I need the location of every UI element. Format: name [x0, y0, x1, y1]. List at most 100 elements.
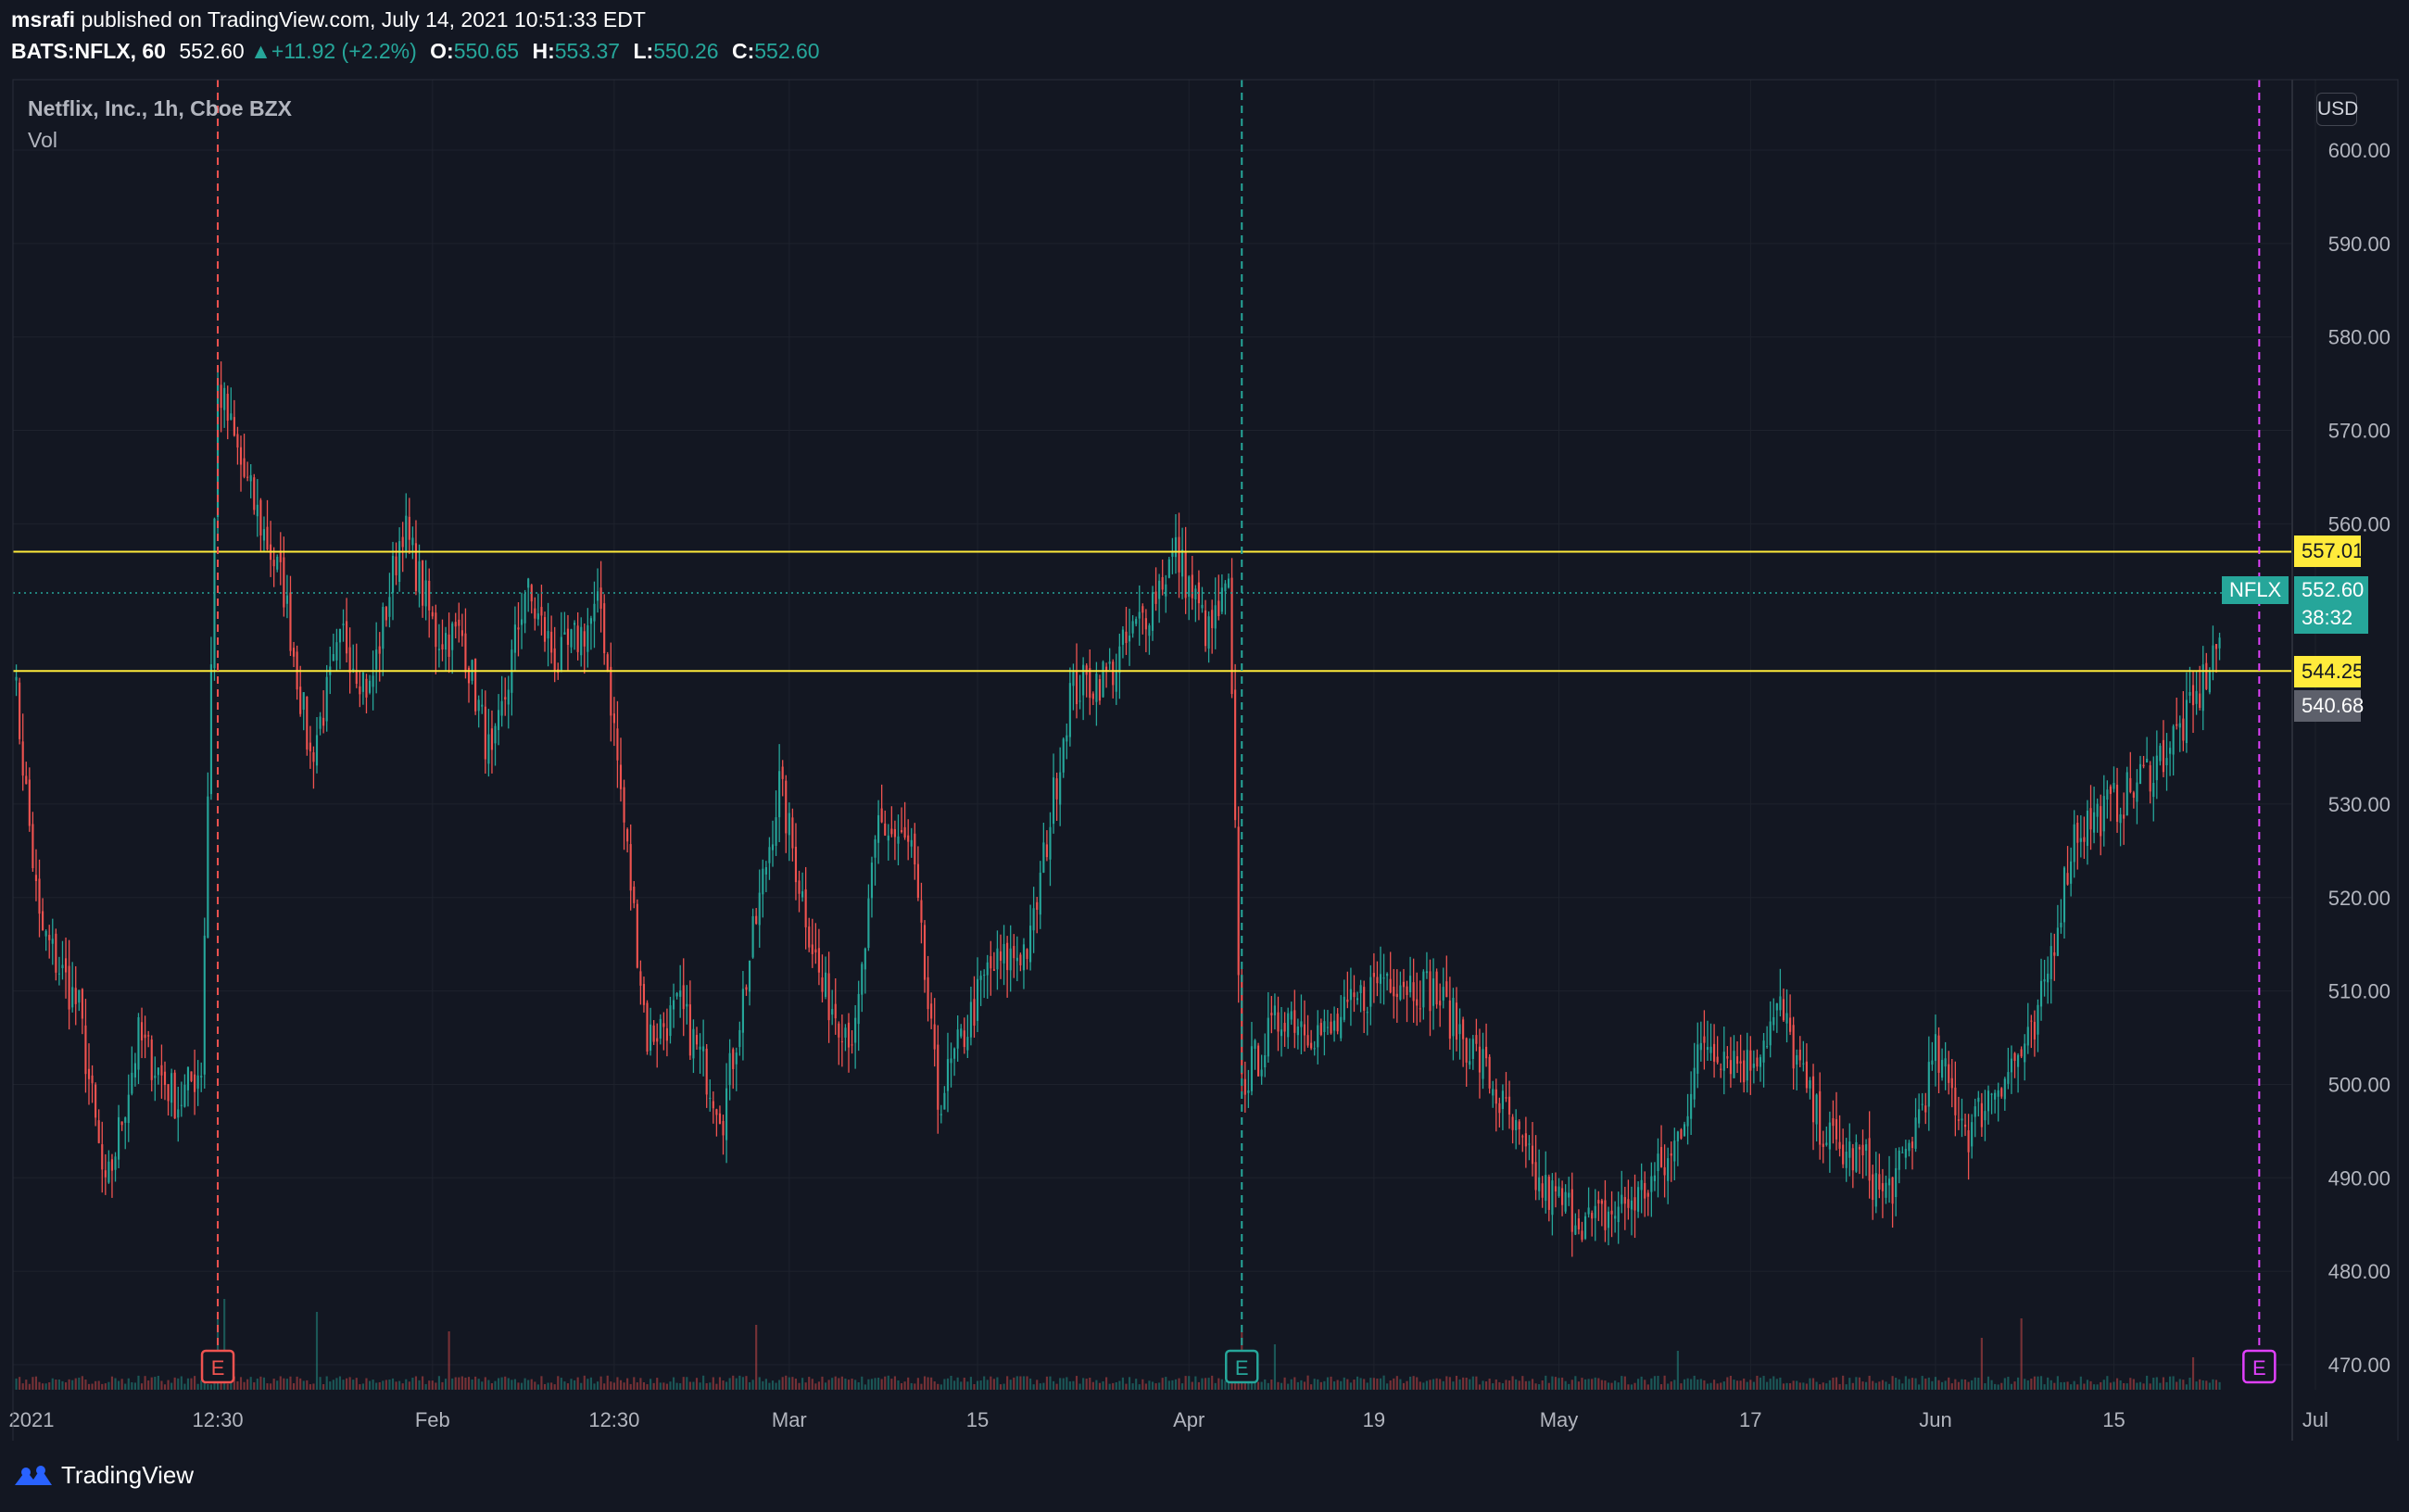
volume-bar [527, 1380, 530, 1390]
candle-body [1501, 1090, 1504, 1110]
candle-body [1098, 678, 1102, 701]
candle-body [78, 989, 81, 1003]
volume-bar [1954, 1379, 1957, 1390]
candle-body [266, 526, 269, 550]
candle-body [1633, 1197, 1636, 1211]
volume-legend[interactable]: Vol [28, 128, 57, 153]
candle-body [1746, 1050, 1748, 1081]
volume-bar [1653, 1376, 1656, 1390]
volume-bar [498, 1378, 500, 1390]
candle-body [441, 644, 444, 650]
volume-bar [2162, 1377, 2165, 1390]
candle-body [170, 1073, 173, 1103]
volume-bar [1861, 1381, 1864, 1390]
volume-bar [312, 1383, 315, 1390]
volume-bar [352, 1380, 355, 1390]
volume-bar [583, 1375, 586, 1390]
volume-bar [15, 1378, 18, 1390]
volume-bar [2109, 1382, 2112, 1390]
candle-body [586, 624, 589, 652]
volume-bar [907, 1377, 910, 1390]
volume-bar [2125, 1383, 2128, 1390]
volume-bar [1330, 1376, 1332, 1390]
volume-bar [762, 1380, 764, 1390]
candle-body [74, 988, 77, 1004]
volume-bar [74, 1378, 77, 1390]
volume-bar [167, 1380, 170, 1390]
volume-bar [431, 1380, 434, 1390]
candle-body [1858, 1146, 1861, 1150]
volume-bar [1167, 1380, 1170, 1390]
candle-body [1630, 1200, 1633, 1210]
candle-body [249, 474, 252, 482]
candle-body [1967, 1129, 1970, 1153]
candle-body [2003, 1078, 2006, 1100]
candle-body [574, 623, 576, 625]
volume-bar [1488, 1379, 1491, 1390]
volume-bar [1128, 1377, 1131, 1390]
volume-bar [801, 1378, 804, 1390]
candle-body [1937, 1035, 1940, 1073]
volume-bar [603, 1383, 606, 1390]
volume-bar [1458, 1379, 1461, 1390]
volume-bar [2149, 1383, 2151, 1390]
currency-button[interactable]: USD [2316, 93, 2358, 126]
volume-bar [1591, 1379, 1594, 1390]
candle-body [1961, 1118, 1963, 1121]
volume-bar [686, 1377, 688, 1390]
candle-body [2026, 1027, 2029, 1046]
candle-body [1432, 978, 1435, 1006]
tradingview-logo[interactable]: TradingView [13, 1461, 194, 1490]
candle-body [1574, 1225, 1577, 1235]
candle-body [1521, 1136, 1524, 1138]
candle-body [1471, 1039, 1474, 1060]
volume-bar [2113, 1381, 2115, 1390]
candle-body [1627, 1199, 1630, 1208]
volume-bar [424, 1383, 427, 1390]
volume-bar [953, 1380, 956, 1390]
publish-info: msrafi published on TradingView.com, Jul… [11, 7, 646, 32]
volume-bar [751, 1380, 754, 1390]
current-price-value: 552.60 [2302, 578, 2365, 601]
volume-bar [1501, 1383, 1504, 1390]
candle-body [675, 992, 678, 997]
candle-body [42, 911, 44, 931]
publisher-name[interactable]: msrafi [11, 7, 75, 32]
volume-bar [688, 1381, 691, 1390]
candle-body [504, 697, 507, 699]
candle-body [764, 867, 767, 875]
time-tick-label: Feb [415, 1408, 450, 1431]
volume-bar [1372, 1378, 1375, 1390]
candle-body [619, 764, 623, 789]
volume-bar [361, 1383, 364, 1390]
volume-bar [771, 1380, 775, 1390]
symbol-label[interactable]: BATS:NFLX, 60 [11, 39, 166, 63]
candle-body [368, 680, 372, 693]
chart-canvas[interactable]: E E E 600.00 590.00 580.00 570.00 560.00 530.00… [0, 0, 2409, 1512]
candle-body [378, 646, 381, 654]
volume-bar [1402, 1382, 1406, 1390]
volume-bar [1746, 1381, 1748, 1390]
candle-body [996, 948, 999, 970]
volume-bar [1072, 1380, 1075, 1390]
volume-bar [2079, 1376, 2082, 1390]
candle-body [903, 826, 906, 838]
volume-bar [530, 1379, 533, 1390]
volume-bar [593, 1383, 596, 1390]
volume-bar [1822, 1382, 1824, 1390]
volume-bar [1158, 1382, 1161, 1390]
candle-body [1554, 1186, 1558, 1192]
candle-body [646, 1002, 649, 1052]
volume-bar [2024, 1379, 2026, 1390]
candle-body [1696, 1044, 1699, 1074]
candle-body [1934, 1034, 1937, 1062]
volume-bar [91, 1383, 94, 1390]
volume-bar [1554, 1377, 1558, 1390]
volume-bar [1469, 1379, 1471, 1390]
series-legend-title[interactable]: Netflix, Inc., 1h, Cboe BZX [28, 96, 292, 121]
candle-body [1729, 1060, 1732, 1075]
candle-body [1518, 1121, 1520, 1129]
volume-bar [1379, 1378, 1382, 1390]
volume-bar [1858, 1377, 1861, 1390]
volume-bar [1435, 1378, 1438, 1390]
